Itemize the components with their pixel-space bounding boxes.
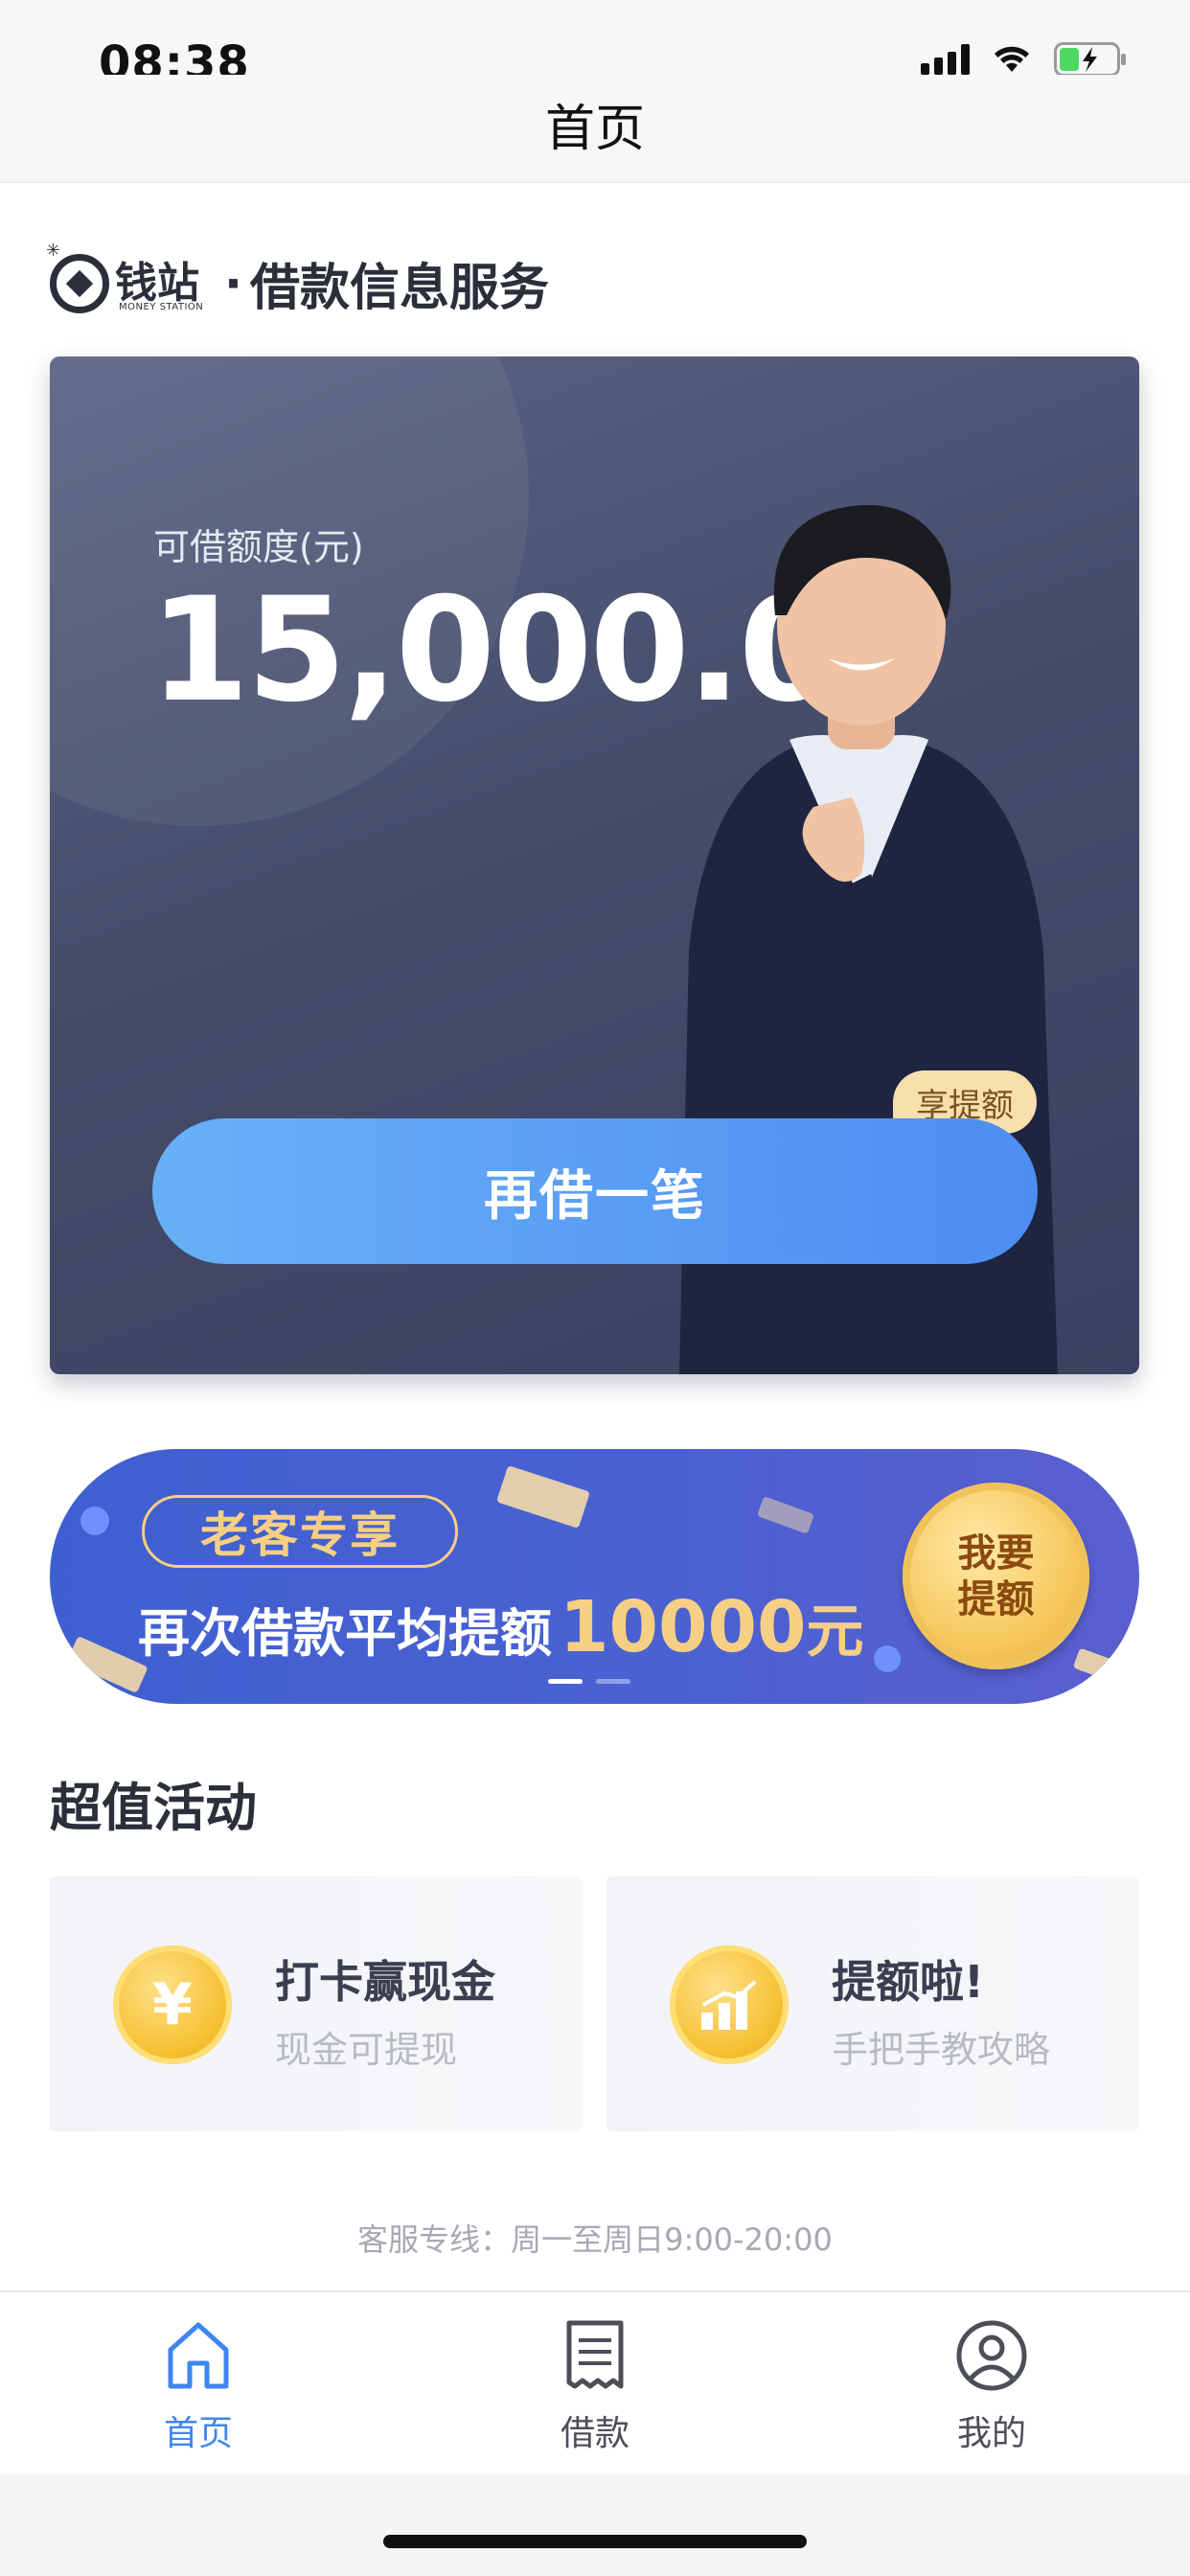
tab-home[interactable]: 首页	[55, 2292, 342, 2474]
tab-label: 我的	[956, 2414, 1026, 2453]
cellular-signal-icon	[921, 44, 970, 75]
wifi-icon	[993, 45, 1031, 74]
activity-subtitle: 手把手教攻略	[832, 2029, 1051, 2071]
raise-limit-coin-button[interactable]: 我要提额	[903, 1483, 1089, 1669]
brand-title: 借款信息服务	[250, 260, 550, 317]
bar-chart-coin-icon	[670, 1945, 789, 2064]
loan-card: 可借额度(元) 15,000.00 享提额 再借一笔	[50, 356, 1139, 1374]
tab-bar: 首页 借款 我的	[0, 2290, 1190, 2474]
carousel-dots	[548, 1679, 630, 1684]
activity-card-checkin[interactable]: ¥ 打卡赢现金 现金可提现	[50, 1876, 583, 2131]
decor-banknote	[756, 1496, 815, 1534]
activity-title: 提额啦!	[832, 1956, 984, 2008]
credit-label: 可借额度(元)	[153, 526, 364, 568]
receipt-icon	[566, 2320, 624, 2389]
money-station-logo: ✳ 钱站 MONEY STATION	[46, 241, 211, 317]
tab-label: 首页	[163, 2414, 233, 2453]
tab-label: 借款	[560, 2414, 629, 2453]
home-indicator[interactable]	[383, 2535, 807, 2548]
decor-bubble	[80, 1506, 109, 1535]
promo-text: 再次借款平均提额 10000 元	[138, 1585, 863, 1668]
decor-banknote	[66, 1636, 149, 1693]
promo-banner[interactable]: 老客专享 再次借款平均提额 10000 元 我要提额	[50, 1449, 1139, 1704]
section-title: 超值活动	[50, 1778, 257, 1838]
promo-unit: 元	[806, 1598, 864, 1666]
promo-lead: 再次借款平均提额	[138, 1603, 552, 1664]
coin-yen-icon: ¥	[113, 1945, 232, 2064]
activity-card-raise-limit[interactable]: 提额啦! 手把手教攻略	[606, 1876, 1139, 2131]
promo-amount: 10000	[560, 1586, 807, 1668]
logo-text-cn: 钱站	[115, 258, 199, 308]
borrow-again-button[interactable]: 再借一笔	[152, 1118, 1038, 1264]
home-indicator-area	[0, 2474, 1190, 2576]
customer-service-hotline: 客服专线：周一至周日9:00-20:00	[357, 2221, 833, 2258]
decor-bubble	[874, 1645, 901, 1672]
logo-ring-icon	[50, 253, 109, 313]
decor-banknote	[1072, 1647, 1124, 1684]
logo-rays-icon: ✳	[46, 240, 61, 261]
decor-banknote	[496, 1465, 590, 1529]
promo-tag: 老客专享	[142, 1495, 458, 1568]
home-icon	[168, 2322, 229, 2389]
carousel-dot[interactable]	[548, 1679, 583, 1684]
brand-header: ✳ 钱站 MONEY STATION · 借款信息服务	[46, 241, 550, 319]
activity-subtitle: 现金可提现	[275, 2029, 458, 2071]
tab-loan[interactable]: 借款	[451, 2292, 739, 2474]
tab-mine[interactable]: 我的	[848, 2292, 1135, 2474]
status-icons	[921, 42, 1127, 77]
user-icon	[956, 2320, 1027, 2391]
logo-text-en: MONEY STATION	[119, 301, 204, 312]
page-title: 首页	[544, 101, 645, 158]
activity-title: 打卡赢现金	[275, 1956, 495, 2008]
carousel-dot[interactable]	[596, 1679, 630, 1684]
coin-text: 我要提额	[957, 1530, 1035, 1622]
brand-separator: ·	[224, 255, 242, 311]
nav-bar: 首页	[0, 75, 1190, 183]
battery-charging-icon	[1054, 42, 1127, 77]
